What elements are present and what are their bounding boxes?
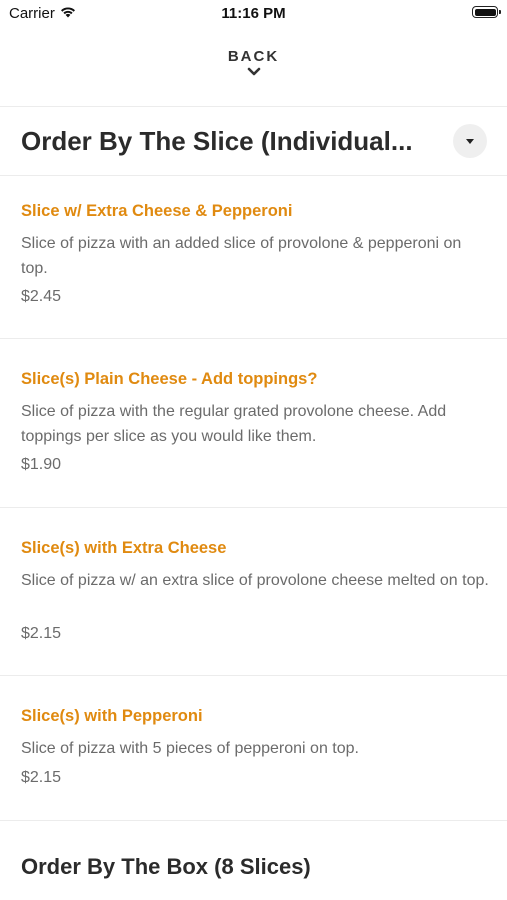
menu-item-name: Slice(s) Plain Cheese - Add toppings? [21, 370, 318, 388]
caret-down-icon [466, 138, 474, 144]
category-header-box[interactable]: Order By The Box (8 Slices) [0, 820, 507, 900]
menu-item[interactable]: Slice w/ Extra Cheese & Pepperoni Slice … [0, 175, 507, 338]
menu-item-description: Slice of pizza with 5 pieces of pepperon… [21, 740, 359, 757]
menu-item-name: Slice w/ Extra Cheese & Pepperoni [21, 202, 293, 220]
category-title: Order By The Box (8 Slices) [21, 854, 311, 879]
menu-item[interactable]: Slice(s) with Extra Cheese Slice of pizz… [0, 512, 507, 675]
category-header: Order By The Slice (Individual... [0, 107, 507, 175]
menu-item-price: $2.15 [21, 625, 62, 642]
chevron-down-icon [247, 67, 260, 76]
status-bar: Carrier 11:16 PM [0, 0, 507, 30]
back-button[interactable]: BACK [0, 48, 507, 94]
divider [0, 338, 507, 339]
menu-item-description: Slice of pizza with the regular grated p… [21, 403, 447, 445]
divider [0, 675, 507, 676]
back-label: BACK [227, 48, 280, 65]
category-title: Order By The Slice (Individual... [21, 126, 413, 156]
menu-item-description: Slice of pizza with an added slice of pr… [21, 235, 462, 277]
menu-item[interactable]: Slice(s) with Pepperoni Slice of pizza w… [0, 680, 507, 820]
menu-item-price: $2.15 [21, 769, 62, 786]
menu-item-description: Slice of pizza w/ an extra slice of prov… [21, 572, 489, 589]
category-dropdown-button[interactable] [453, 124, 487, 158]
divider [0, 507, 507, 508]
status-time: 11:16 PM [221, 5, 286, 22]
battery-icon [472, 6, 501, 18]
menu-item[interactable]: Slice(s) Plain Cheese - Add toppings? Sl… [0, 343, 507, 506]
menu-item-name: Slice(s) with Pepperoni [21, 707, 203, 725]
menu-item-price: $1.90 [21, 456, 62, 473]
menu-item-price: $2.45 [21, 288, 62, 305]
menu-item-name: Slice(s) with Extra Cheese [21, 539, 227, 557]
